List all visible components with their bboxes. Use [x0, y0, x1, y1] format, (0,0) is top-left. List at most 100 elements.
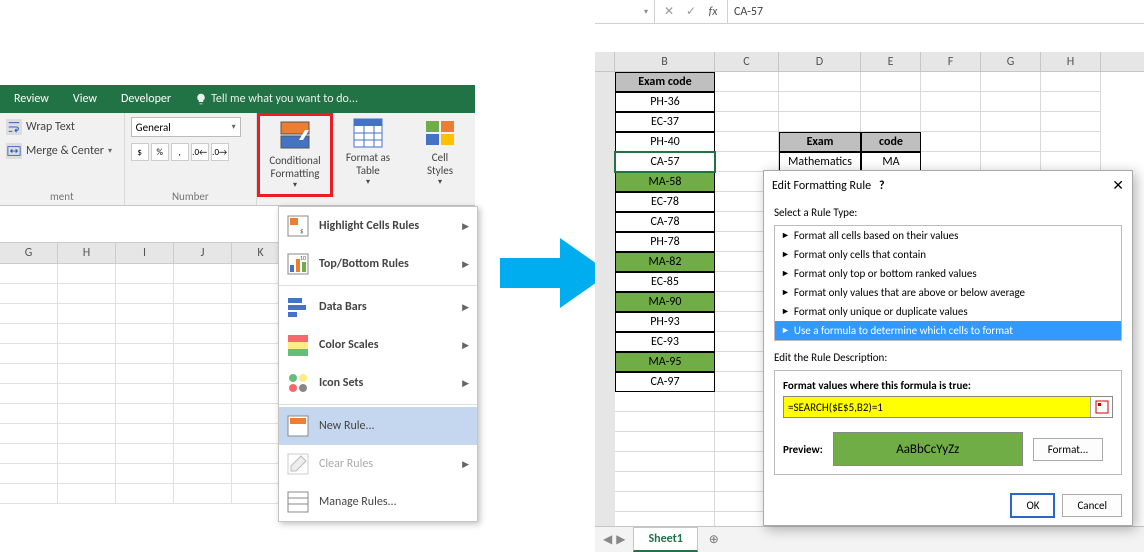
tab-view[interactable]: View	[61, 85, 109, 113]
cell[interactable]	[615, 392, 715, 412]
rule-type-list[interactable]: ►Format all cells based on their values►…	[774, 225, 1122, 341]
cell[interactable]	[0, 324, 58, 344]
merge-center-button[interactable]: Merge & Center ▾	[4, 139, 120, 163]
cell[interactable]: EC-78	[615, 192, 715, 212]
cell[interactable]	[58, 464, 116, 484]
cell[interactable]: MA	[861, 152, 921, 172]
cell[interactable]	[0, 344, 58, 364]
dialog-titlebar[interactable]: Edit Formatting Rule ? ✕	[764, 171, 1132, 200]
cell[interactable]: code	[861, 132, 921, 152]
cell[interactable]: PH-40	[615, 132, 715, 152]
column-header[interactable]: F	[921, 52, 981, 71]
cell[interactable]	[0, 444, 58, 464]
cell[interactable]	[1041, 132, 1101, 152]
cell[interactable]	[921, 152, 981, 172]
column-header[interactable]: I	[116, 243, 174, 263]
cf-color-scales[interactable]: Color Scales ▶	[279, 326, 477, 364]
column-header[interactable]: G	[0, 243, 58, 263]
cell[interactable]	[0, 364, 58, 384]
column-header[interactable]: C	[715, 52, 779, 71]
cell[interactable]	[0, 424, 58, 444]
cell[interactable]: Exam code	[615, 72, 715, 92]
cell[interactable]: CA-57	[615, 152, 715, 172]
close-icon[interactable]: ✕	[1112, 177, 1124, 194]
cell[interactable]	[116, 464, 174, 484]
column-header[interactable]: H	[58, 243, 116, 263]
cell[interactable]	[174, 284, 232, 304]
cell[interactable]	[116, 264, 174, 284]
comma-format-button[interactable]: ,	[171, 143, 189, 161]
cell[interactable]	[58, 444, 116, 464]
cell[interactable]	[615, 492, 715, 512]
cell[interactable]: EC-93	[615, 332, 715, 352]
tab-developer[interactable]: Developer	[109, 85, 183, 113]
cell[interactable]	[615, 472, 715, 492]
column-header[interactable]: B	[615, 52, 715, 71]
cf-top-bottom[interactable]: 10 Top/Bottom Rules ▶	[279, 245, 477, 283]
cell[interactable]	[116, 404, 174, 424]
cell[interactable]	[174, 324, 232, 344]
cell[interactable]	[58, 404, 116, 424]
cell[interactable]	[921, 92, 981, 112]
rule-type-item[interactable]: ►Format only cells that contain	[775, 245, 1121, 264]
enter-formula-icon[interactable]: ✓	[683, 4, 699, 19]
fx-icon[interactable]: fx	[705, 5, 721, 19]
cell[interactable]: CA-97	[615, 372, 715, 392]
cell[interactable]	[615, 432, 715, 452]
cell[interactable]	[779, 112, 861, 132]
cell[interactable]	[116, 484, 174, 504]
rule-type-item[interactable]: ►Format only values that are above or be…	[775, 283, 1121, 302]
cell[interactable]	[615, 412, 715, 432]
cell[interactable]: Mathematics	[779, 152, 861, 172]
cell[interactable]	[615, 452, 715, 472]
range-selector-icon[interactable]	[1090, 397, 1112, 417]
cell[interactable]: EC-85	[615, 272, 715, 292]
cell[interactable]	[1041, 72, 1101, 92]
cell[interactable]	[58, 364, 116, 384]
cell[interactable]	[58, 324, 116, 344]
cell[interactable]	[921, 132, 981, 152]
format-as-table-button[interactable]: Format as Table ▾	[333, 115, 403, 195]
cell[interactable]	[174, 264, 232, 284]
cell[interactable]	[116, 284, 174, 304]
cell[interactable]	[861, 72, 921, 92]
column-header[interactable]: G	[981, 52, 1041, 71]
cell[interactable]	[1041, 152, 1101, 172]
cell[interactable]	[861, 92, 921, 112]
cell[interactable]	[174, 384, 232, 404]
cf-new-rule[interactable]: New Rule...	[279, 407, 477, 445]
cell[interactable]	[1041, 112, 1101, 132]
cell[interactable]	[921, 112, 981, 132]
formula-input[interactable]: =SEARCH($E$5,B2)=1	[783, 396, 1113, 418]
cell[interactable]	[174, 444, 232, 464]
sheet-nav-buttons[interactable]: ◀▶	[595, 532, 633, 547]
tell-me-search[interactable]: Tell me what you want to do...	[183, 85, 370, 113]
cell[interactable]	[58, 384, 116, 404]
rule-type-item[interactable]: ►Format all cells based on their values	[775, 226, 1121, 245]
cell[interactable]	[779, 92, 861, 112]
cell[interactable]: PH-78	[615, 232, 715, 252]
accounting-format-button[interactable]: $	[131, 143, 149, 161]
cell[interactable]	[981, 112, 1041, 132]
increase-decimal-button[interactable]: .0←	[191, 143, 209, 161]
cell[interactable]	[715, 152, 779, 172]
cell[interactable]	[981, 92, 1041, 112]
cancel-button[interactable]: Cancel	[1062, 494, 1122, 517]
cell[interactable]	[174, 364, 232, 384]
column-header[interactable]: H	[1041, 52, 1101, 71]
cell[interactable]	[715, 72, 779, 92]
cell[interactable]	[861, 112, 921, 132]
add-sheet-button[interactable]: ⊕	[704, 530, 724, 550]
ok-button[interactable]: OK	[1011, 494, 1054, 517]
cell[interactable]	[116, 324, 174, 344]
cell[interactable]	[0, 464, 58, 484]
cell[interactable]	[0, 284, 58, 304]
cell[interactable]: CA-78	[615, 212, 715, 232]
tab-review[interactable]: Review	[2, 85, 61, 113]
cf-icon-sets[interactable]: Icon Sets ▶	[279, 364, 477, 402]
cell[interactable]	[116, 304, 174, 324]
cell[interactable]: MA-90	[615, 292, 715, 312]
cell[interactable]: MA-95	[615, 352, 715, 372]
number-format-select[interactable]: General ▾	[131, 117, 241, 137]
cell[interactable]	[779, 72, 861, 92]
